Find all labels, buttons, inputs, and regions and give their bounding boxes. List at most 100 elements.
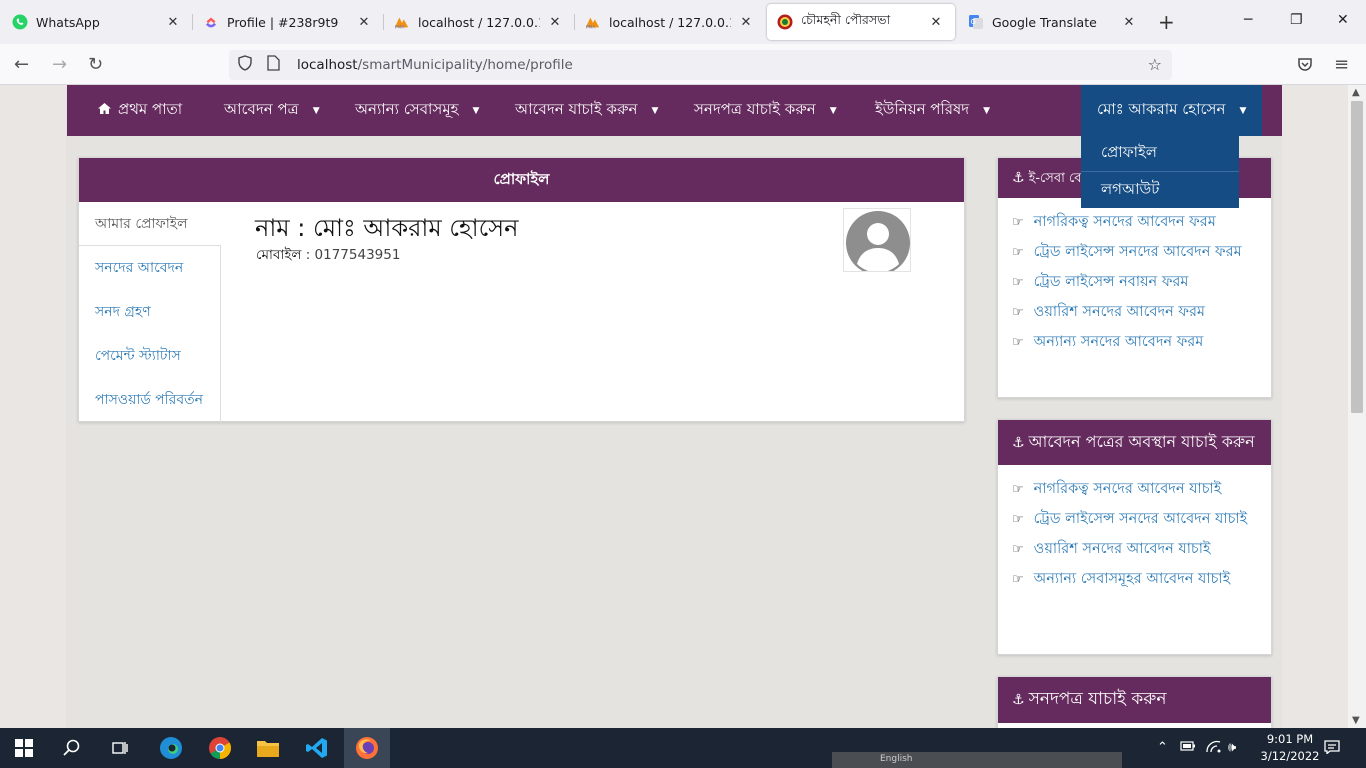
panel-link[interactable]: ☞ নাগরিকত্ব সনদের আবেদন যাচাই [1012, 479, 1257, 500]
tab-title: WhatsApp [36, 14, 100, 30]
tab-certificate-application[interactable]: সনদের আবেদন [79, 246, 220, 290]
pocket-icon[interactable] [1297, 56, 1313, 77]
panel-link[interactable]: ☞ ট্রেড লাইসেন্স সনদের আবেদন ফরম [1012, 242, 1257, 263]
tab-google-translate[interactable]: G Google Translate ✕ [958, 0, 1148, 44]
task-view-icon[interactable] [108, 736, 132, 760]
close-icon[interactable]: ✕ [927, 15, 945, 30]
tab-profile[interactable]: Profile | #238r9t9 ✕ [193, 0, 383, 44]
reload-icon[interactable]: ↻ [88, 54, 103, 75]
menu-label: অন্যান্য সেবাসমূহ [355, 100, 459, 118]
close-icon[interactable]: ✕ [164, 15, 182, 30]
profile-side-tabs: আমার প্রোফাইল সনদের আবেদন সনদ গ্রহণ পেমে… [79, 202, 221, 423]
profile-card: প্রোফাইল আমার প্রোফাইল সনদের আবেদন সনদ গ… [78, 157, 965, 423]
tab-title: চৌমহনী পৌরসভা [801, 12, 891, 27]
anchor-icon: ⚓ [1012, 435, 1025, 451]
caret-down-icon: ▼ [651, 105, 659, 116]
forward-icon[interactable]: → [52, 54, 67, 75]
close-icon[interactable]: ✕ [1120, 15, 1138, 30]
windows-taskbar: ⌃ 🕪 9:01 PM 3/12/2022 [0, 728, 1366, 768]
menu-icon[interactable]: ≡ [1334, 54, 1349, 75]
scroll-down-icon[interactable]: ▼ [1352, 715, 1360, 726]
scrollbar-thumb[interactable] [1351, 101, 1363, 413]
hand-pointer-icon: ☞ [1012, 215, 1024, 230]
tab-title: Google Translate [992, 14, 1097, 30]
tab-phpmyadmin-1[interactable]: PMA localhost / 127.0.0.1 / sm ✕ [384, 0, 574, 44]
panel-body: ☞ নাগরিকত্ব সনদের আবেদন যাচাই ☞ ট্রেড লাইস… [998, 465, 1271, 603]
panel-link[interactable]: ☞ ওয়ারিশ সনদের আবেদন ফরম [1012, 302, 1257, 323]
caret-down-icon: ▼ [1239, 105, 1247, 116]
panel-link[interactable]: ☞ ট্রেড লাইসেন্স নবায়ন ফরম [1012, 272, 1257, 293]
panel-link-label: ট্রেড লাইসেন্স সনদের আবেদন ফরম [1033, 244, 1242, 260]
chrome-icon[interactable] [208, 736, 232, 760]
windows-start-icon[interactable] [12, 736, 36, 760]
minimize-icon[interactable]: ─ [1244, 12, 1252, 28]
tracking-shield-icon[interactable] [237, 55, 255, 75]
search-icon[interactable] [60, 736, 84, 760]
menu-home[interactable]: প্রথম পাতা [97, 85, 182, 136]
menu-application[interactable]: আবেদন পত্র ▼ [224, 85, 320, 136]
menu-union-council[interactable]: ইউনিয়ন পরিষদ ▼ [875, 85, 990, 136]
window-close-icon[interactable]: ✕ [1337, 12, 1349, 28]
tab-payment-status[interactable]: পেমেন্ট স্ট্যাটাস [79, 334, 220, 378]
volume-icon[interactable]: 🕪 [1228, 740, 1236, 755]
dropdown-profile[interactable]: প্রোফাইল [1081, 136, 1239, 172]
tab-title: localhost / 127.0.0.1 / sm [418, 14, 540, 30]
notifications-icon[interactable] [1324, 740, 1340, 758]
dropdown-logout[interactable]: লগআউট [1081, 172, 1239, 208]
panel-link[interactable]: ☞ ট্রেড লাইসেন্স সনদের আবেদন যাচাই [1012, 509, 1257, 530]
edge-icon[interactable] [159, 736, 183, 760]
panel-application-status: ⚓ আবেদন পত্রের অবস্থান যাচাই করুন ☞ নাগরিক… [997, 419, 1272, 655]
menu-label: সনদপত্র যাচাই করুন [694, 100, 816, 118]
menu-verify-certificate[interactable]: সনদপত্র যাচাই করুন ▼ [694, 85, 837, 136]
menu-label: আবেদন পত্র [224, 100, 299, 118]
hand-pointer-icon: ☞ [1012, 542, 1024, 557]
mobile-label: মোবাইল [256, 247, 302, 263]
bookmark-star-icon[interactable]: ☆ [1148, 55, 1162, 74]
panel-title: ই-সেবা বে [1028, 171, 1082, 186]
hand-pointer-icon: ☞ [1012, 305, 1024, 320]
panel-link-label: অন্যান্য সেবাসমূহর আবেদন যাচাই [1033, 571, 1231, 587]
whatsapp-icon [12, 14, 28, 30]
close-icon[interactable]: ✕ [737, 15, 755, 30]
menu-other-services[interactable]: অন্যান্য সেবাসমূহ ▼ [355, 85, 479, 136]
vscode-icon[interactable] [305, 736, 329, 760]
tab-municipality[interactable]: চৌমহনী পৌরসভা ✕ [767, 4, 955, 40]
panel-link[interactable]: ☞ নাগরিকত্ব সনদের আবেদন ফরম [1012, 212, 1257, 233]
svg-text:PMA: PMA [395, 25, 405, 30]
panel-link[interactable]: ☞ ওয়ারিশ সনদের আবেদন যাচাই [1012, 539, 1257, 560]
page-scrollbar[interactable]: ▲ ▼ [1348, 85, 1366, 728]
wifi-icon[interactable] [1206, 740, 1222, 758]
menu-verify-application[interactable]: আবেদন যাচাই করুন ▼ [515, 85, 658, 136]
profile-mobile: মোবাইল : 0177543951 [256, 244, 400, 267]
tab-my-profile[interactable]: আমার প্রোফাইল [79, 202, 221, 246]
panel-link[interactable]: ☞ অন্যান্য সেবাসমূহর আবেদন যাচাই [1012, 569, 1257, 590]
battery-icon[interactable] [1180, 740, 1196, 756]
scroll-up-icon[interactable]: ▲ [1352, 87, 1360, 98]
taskbar-clock[interactable]: 9:01 PM 3/12/2022 [1260, 731, 1320, 765]
tab-phpmyadmin-2[interactable]: PMA localhost / 127.0.0.1 / sm ✕ [575, 0, 765, 44]
close-icon[interactable]: ✕ [546, 15, 564, 30]
svg-text:PMA: PMA [586, 25, 596, 30]
avatar [843, 208, 911, 272]
tab-certificate-receive[interactable]: সনদ গ্রহণ [79, 290, 220, 334]
show-hidden-icons[interactable]: ⌃ [1157, 740, 1168, 755]
tab-change-password[interactable]: পাসওয়ার্ড পরিবর্তন [79, 378, 220, 422]
address-bar[interactable]: localhost/smartMunicipality/home/profile… [229, 50, 1172, 80]
menu-user[interactable]: মোঃ আকরাম হোসেন ▼ [1081, 85, 1263, 136]
anchor-icon: ⚓ [1012, 170, 1025, 186]
url-host: localhost [297, 57, 358, 73]
firefox-icon[interactable] [355, 736, 379, 760]
site-main-menu: প্রথম পাতা আবেদন পত্র ▼ অন্যান্য সেবাসমূ… [67, 85, 1282, 136]
panel-link[interactable]: ☞ অন্যান্য সনদের আবেদন ফরম [1012, 332, 1257, 353]
tab-title: localhost / 127.0.0.1 / sm [609, 14, 731, 30]
close-icon[interactable]: ✕ [355, 15, 373, 30]
page-info-icon[interactable] [267, 55, 283, 75]
restore-icon[interactable]: ❐ [1290, 12, 1303, 28]
menu-label: ইউনিয়ন পরিষদ [875, 100, 970, 118]
back-icon[interactable]: ← [14, 54, 29, 75]
hand-pointer-icon: ☞ [1012, 335, 1024, 350]
hand-pointer-icon: ☞ [1012, 572, 1024, 587]
file-explorer-icon[interactable] [256, 736, 280, 760]
tab-whatsapp[interactable]: WhatsApp ✕ [2, 0, 192, 44]
new-tab-icon[interactable]: + [1158, 10, 1175, 34]
